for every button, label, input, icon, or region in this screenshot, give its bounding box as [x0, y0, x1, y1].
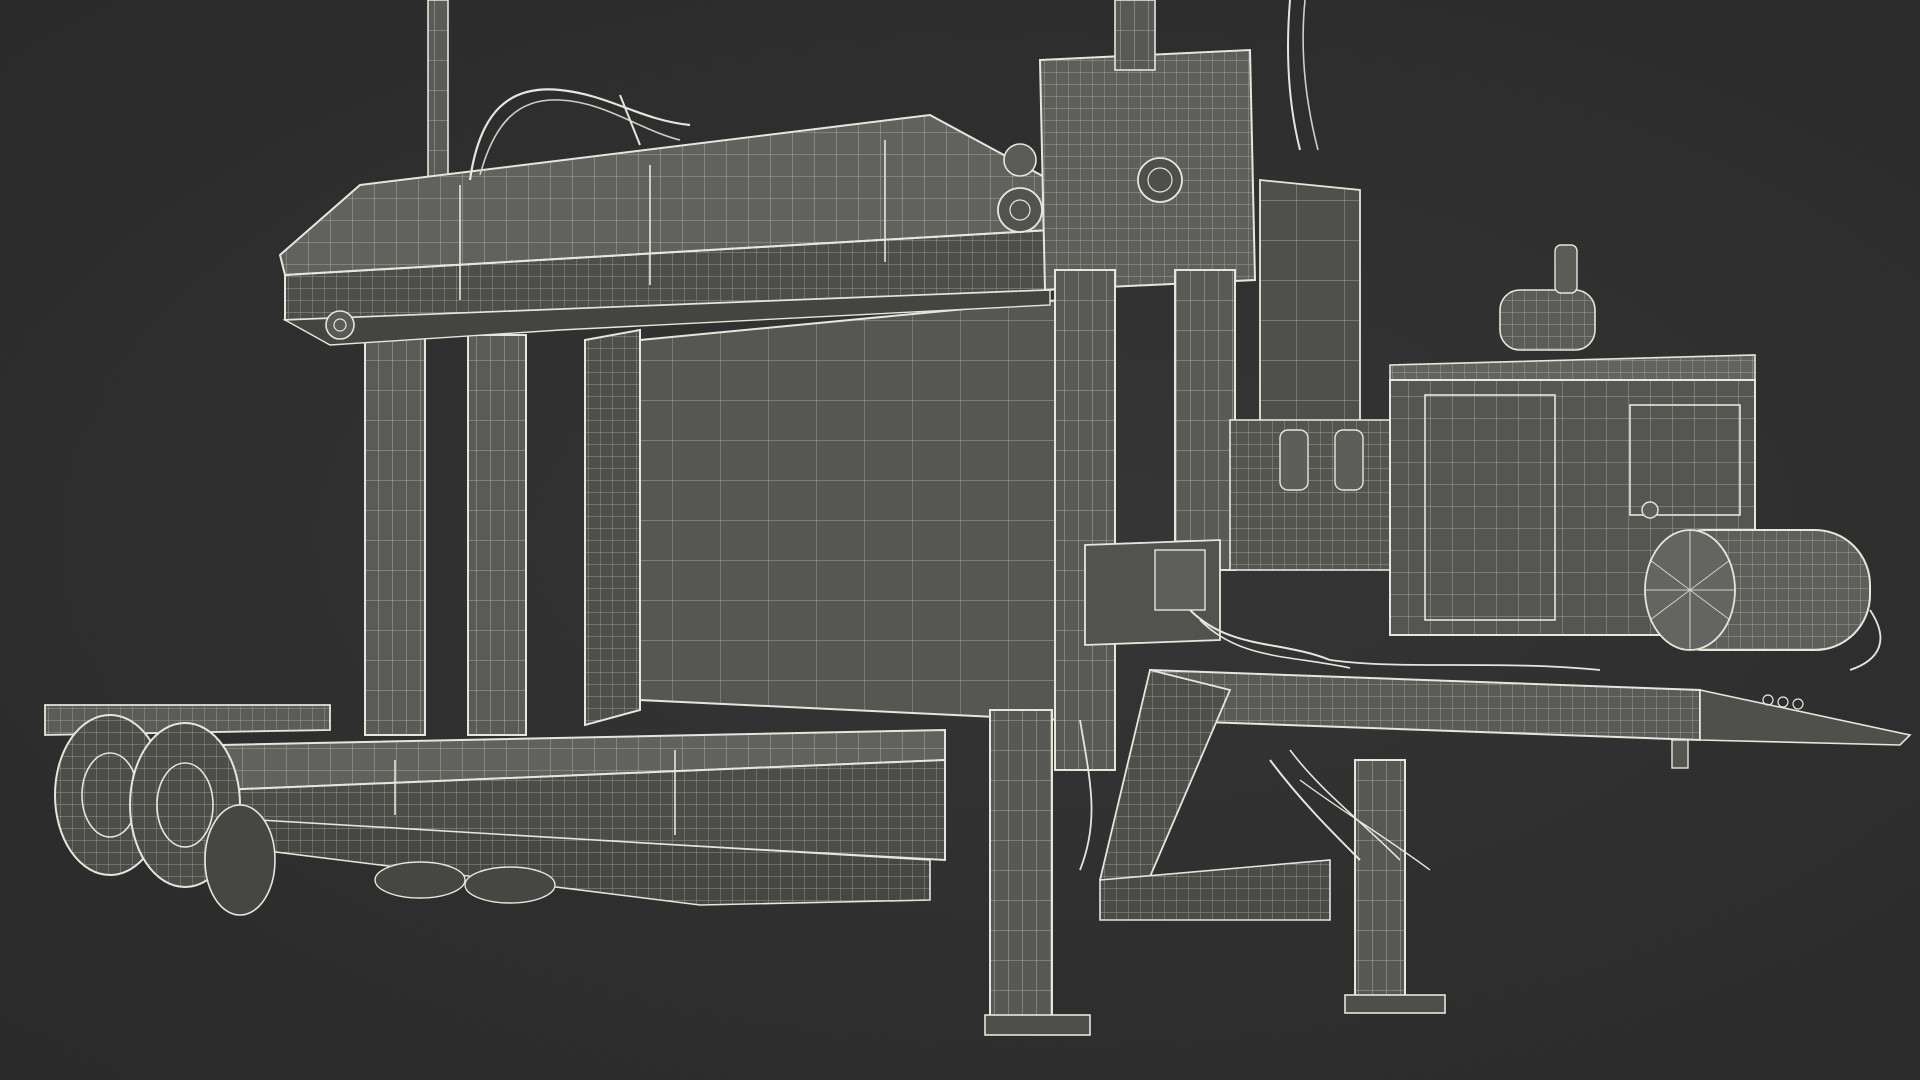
top-crosshead-beam	[278, 88, 1051, 346]
wireframe-render	[44, 0, 1912, 1036]
gooseneck-frame	[1098, 668, 1912, 921]
render-viewport	[0, 0, 1920, 1080]
back-wall-panel	[584, 298, 1061, 727]
control-boxes	[1084, 419, 1391, 646]
rear-columns	[364, 0, 527, 736]
